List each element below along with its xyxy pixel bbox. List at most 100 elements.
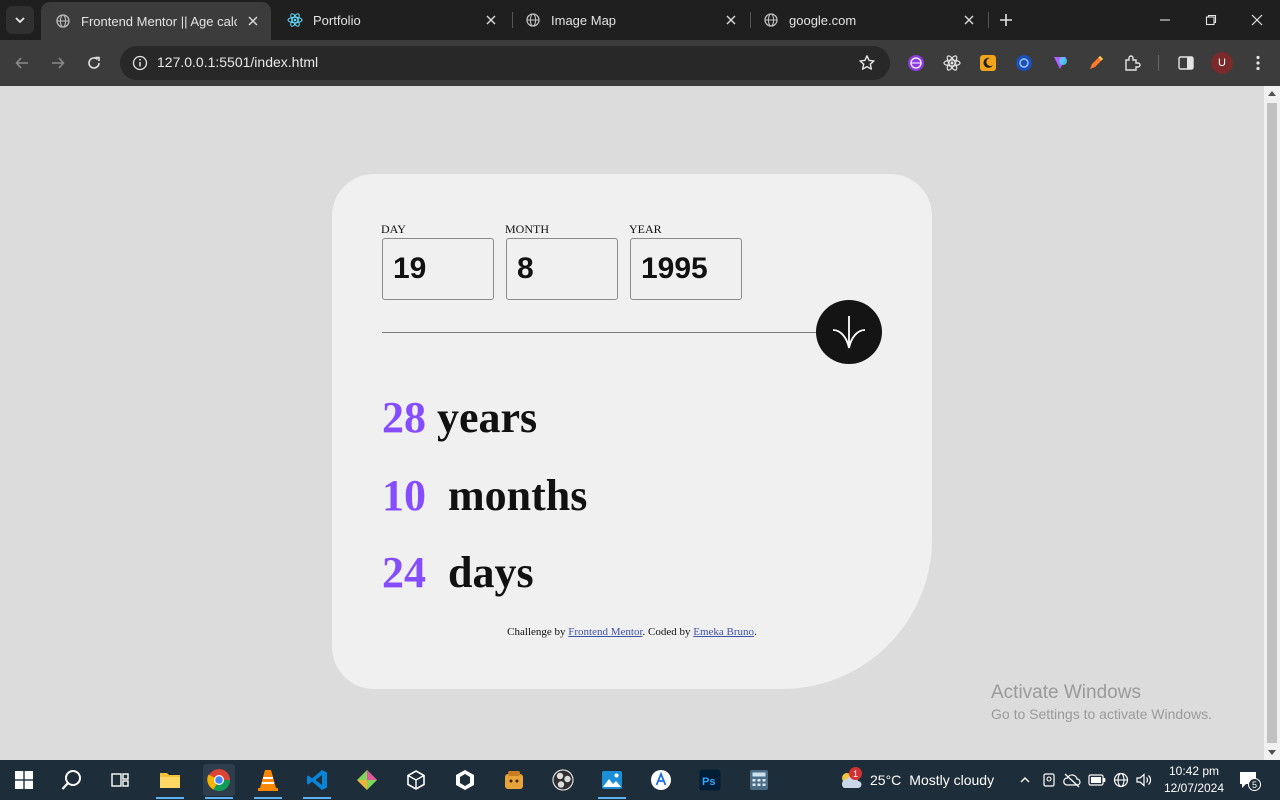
svg-text:Ps: Ps	[702, 776, 715, 788]
photos-icon	[602, 771, 622, 789]
bookmark-star-icon[interactable]	[856, 52, 878, 74]
extension-gradient-icon[interactable]	[1049, 52, 1071, 74]
author-link[interactable]: Emeka Bruno	[693, 626, 754, 638]
watermark-subtitle: Go to Settings to activate Windows.	[991, 706, 1212, 722]
taskbar-vscode[interactable]	[301, 764, 333, 799]
taskbar-app-box[interactable]	[498, 764, 530, 796]
extension-blue-circle-icon[interactable]	[1013, 52, 1035, 74]
scroll-up-arrow-icon[interactable]	[1268, 91, 1276, 96]
taskbar-app-a[interactable]	[645, 764, 677, 796]
scrollbar-thumb[interactable]	[1267, 103, 1277, 743]
reload-button[interactable]	[80, 49, 108, 77]
extension-purple-globe-icon[interactable]	[905, 52, 927, 74]
close-tab-icon[interactable]	[245, 13, 261, 29]
attribution-middle: . Coded by	[642, 626, 691, 638]
windows-taskbar: Ps 1 25°C Mostly cloudy 10:42 pm 12/07/2…	[0, 760, 1280, 800]
close-tab-icon[interactable]	[723, 12, 739, 28]
taskbar-calculator[interactable]	[743, 764, 775, 796]
volume-icon[interactable]	[1134, 770, 1154, 790]
year-field-group: YEAR	[629, 222, 742, 300]
tab-search-button[interactable]	[6, 6, 34, 34]
battery-icon[interactable]	[1087, 770, 1107, 790]
search-button[interactable]	[56, 764, 88, 796]
vscode-icon	[307, 770, 327, 790]
arrow-down-icon	[832, 316, 866, 349]
taskbar-obs[interactable]	[547, 764, 579, 796]
page-viewport: DAY MONTH YEAR 28 years 10 months 24 day…	[0, 86, 1264, 760]
task-view-button[interactable]	[104, 764, 136, 796]
restore-button[interactable]	[1188, 0, 1234, 40]
close-tab-icon[interactable]	[961, 12, 977, 28]
react-icon	[287, 12, 303, 28]
minimize-button[interactable]	[1142, 0, 1188, 40]
onedrive-offline-icon[interactable]	[1062, 770, 1082, 790]
task-view-icon	[111, 773, 129, 787]
taskbar-file-explorer[interactable]	[154, 764, 186, 799]
search-icon	[61, 770, 81, 790]
extensions-puzzle-icon[interactable]	[1121, 52, 1143, 74]
extension-react-devtools-icon[interactable]	[941, 52, 963, 74]
calculate-button[interactable]	[816, 300, 882, 364]
notification-center-button[interactable]: 5	[1238, 770, 1262, 792]
tab-title: Portfolio	[313, 12, 361, 28]
attribution-suffix: .	[754, 626, 757, 638]
notification-count-badge: 5	[1248, 778, 1261, 791]
taskbar-photos[interactable]	[596, 764, 628, 799]
months-value: 10	[382, 471, 426, 520]
show-hidden-icons-button[interactable]	[1015, 770, 1035, 790]
system-clock[interactable]: 10:42 pm 12/07/2024	[1160, 763, 1228, 797]
url-text[interactable]: 127.0.0.1:5501/index.html	[157, 54, 318, 70]
month-label: MONTH	[505, 222, 549, 236]
weather-temperature: 25°C	[870, 772, 902, 788]
month-field-group: MONTH	[505, 222, 618, 300]
extension-orange-moon-icon[interactable]	[977, 52, 999, 74]
running-indicator	[598, 797, 626, 799]
tab-age-calculator[interactable]: Frontend Mentor || Age calculator app	[41, 2, 271, 40]
extension-pen-icon[interactable]	[1085, 52, 1107, 74]
taskbar-unity[interactable]	[449, 764, 481, 796]
weather-widget[interactable]: 1 25°C Mostly cloudy	[838, 767, 994, 792]
activate-windows-watermark: Activate Windows Go to Settings to activ…	[991, 682, 1212, 722]
back-button[interactable]	[8, 49, 36, 77]
tab-title: google.com	[789, 12, 857, 28]
taskbar-photoshop[interactable]: Ps	[694, 764, 726, 796]
start-button[interactable]	[8, 764, 40, 796]
vlc-cone-icon	[258, 770, 278, 791]
restore-icon	[1205, 14, 1217, 26]
running-indicator	[156, 797, 184, 799]
year-input[interactable]	[630, 238, 742, 300]
tray-meet-icon[interactable]	[1039, 770, 1059, 790]
address-bar[interactable]: 127.0.0.1:5501/index.html	[120, 46, 890, 80]
obs-icon	[552, 769, 574, 791]
taskbar-vlc[interactable]	[252, 764, 284, 799]
menu-kebab-icon[interactable]	[1247, 52, 1269, 74]
globe-icon	[763, 12, 779, 28]
new-tab-button[interactable]	[994, 8, 1018, 32]
taskbar-app-diamond[interactable]	[351, 764, 383, 796]
divider-line	[382, 332, 822, 333]
tab-google[interactable]: google.com	[749, 0, 987, 40]
weather-alert-badge: 1	[849, 767, 862, 780]
vertical-scrollbar[interactable]	[1264, 86, 1280, 760]
taskbar-chrome[interactable]	[203, 764, 235, 799]
info-icon[interactable]	[128, 51, 152, 75]
frontend-mentor-link[interactable]: Frontend Mentor	[568, 626, 642, 638]
close-tab-icon[interactable]	[483, 12, 499, 28]
side-panel-icon[interactable]	[1175, 52, 1197, 74]
forward-button[interactable]	[44, 49, 72, 77]
attribution-prefix: Challenge by	[507, 626, 566, 638]
month-input[interactable]	[506, 238, 618, 300]
day-input[interactable]	[382, 238, 494, 300]
scroll-down-arrow-icon[interactable]	[1268, 750, 1276, 755]
photoshop-icon: Ps	[699, 769, 721, 791]
age-calculator-card: DAY MONTH YEAR 28 years 10 months 24 day…	[332, 174, 932, 689]
profile-avatar[interactable]: U	[1211, 52, 1233, 74]
close-window-button[interactable]	[1234, 0, 1280, 40]
chevron-up-icon	[1020, 777, 1030, 783]
tab-portfolio[interactable]: Portfolio	[273, 0, 509, 40]
taskbar-unity-hub[interactable]	[400, 764, 432, 796]
network-globe-icon[interactable]	[1111, 770, 1131, 790]
unity-icon	[456, 770, 474, 790]
watermark-title: Activate Windows	[991, 682, 1141, 703]
tab-image-map[interactable]: Image Map	[511, 0, 749, 40]
